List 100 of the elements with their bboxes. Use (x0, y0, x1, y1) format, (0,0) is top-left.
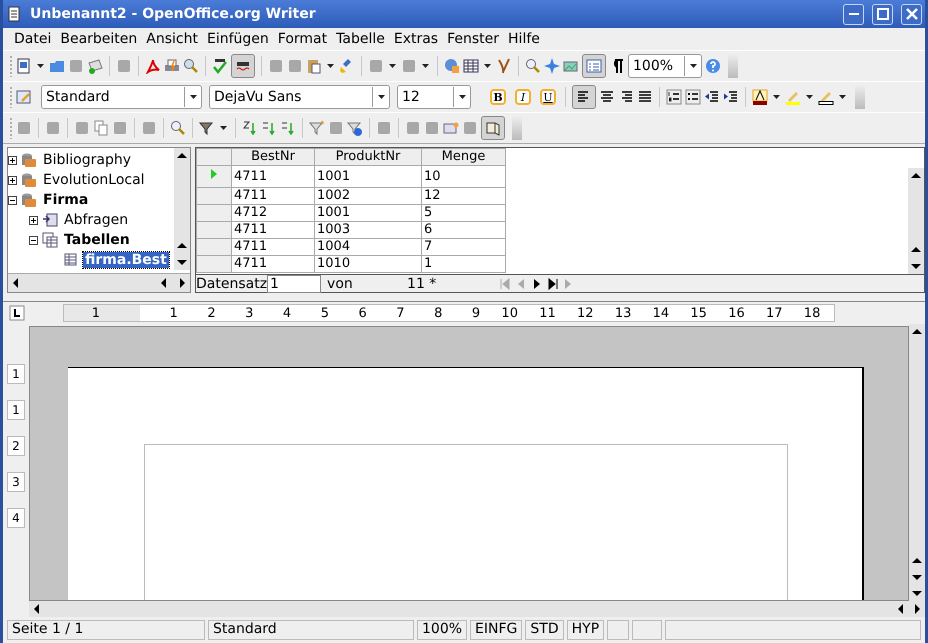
status-field: STD (525, 620, 564, 640)
zoom-combo[interactable]: 100% (628, 54, 702, 78)
tree-item[interactable]: EvolutionLocal (41, 172, 147, 188)
database-icon (21, 192, 37, 208)
dropdown-caret-icon[interactable] (484, 64, 491, 68)
menu-item[interactable]: Einfügen (204, 31, 275, 47)
table-grid-icon[interactable] (463, 58, 479, 74)
ruler-number: 10 (500, 306, 518, 320)
record-of-label: von (326, 276, 354, 292)
tree-item[interactable]: Firma (41, 192, 90, 208)
styles-icon[interactable] (16, 89, 32, 105)
column-header[interactable]: Menge (422, 148, 506, 166)
window-title: Unbenannt2 - OpenOffice.org Writer (30, 6, 317, 22)
document-icon (6, 6, 22, 22)
find-icon[interactable] (525, 58, 541, 74)
sort-descending-icon[interactable] (280, 120, 296, 136)
font-size-combo[interactable]: 12 (397, 85, 471, 109)
table-cell: 1002 (314, 188, 422, 204)
tab-stop-icon[interactable] (9, 305, 25, 321)
bold-button[interactable]: B (490, 89, 506, 105)
ruler-number: 9 (470, 306, 480, 320)
explorer-toggle-button[interactable] (481, 116, 505, 140)
database-icon (21, 172, 37, 188)
expand-icon[interactable] (8, 156, 17, 164)
decrease-indent-icon[interactable] (704, 89, 720, 105)
sort-ascending-icon[interactable] (242, 120, 258, 136)
horizontal-ruler[interactable]: 1 1 2 3 4 5 6 7 8 9 10 11 12 13 14 15 16 17 18 (63, 304, 835, 322)
find-record-icon[interactable] (170, 120, 186, 136)
align-left-button[interactable] (572, 85, 596, 109)
background-color-icon[interactable] (818, 89, 834, 105)
navigator-star-icon[interactable] (544, 58, 560, 74)
pdf-icon[interactable] (145, 58, 161, 74)
column-header[interactable]: BestNr (232, 148, 314, 166)
menu-item[interactable]: Hilfe (505, 31, 546, 47)
font-name-combo[interactable]: DejaVu Sans (209, 85, 390, 109)
dropdown-caret-icon[interactable] (422, 64, 429, 68)
increase-indent-icon[interactable] (723, 89, 739, 105)
menu-item[interactable]: Bearbeiten (57, 31, 144, 47)
spellcheck-icon[interactable] (212, 58, 228, 74)
bullet-list-icon[interactable] (685, 89, 701, 105)
underline-button[interactable]: U (540, 89, 556, 105)
sort-ascending-icon[interactable] (261, 120, 277, 136)
dropdown-caret-icon[interactable] (220, 126, 227, 130)
numbered-list-icon[interactable] (666, 89, 682, 105)
dropdown-caret-icon[interactable] (389, 64, 396, 68)
table-icon (63, 252, 79, 268)
new-document-icon[interactable] (16, 58, 32, 74)
filter-info-icon[interactable] (347, 120, 363, 136)
status-field (632, 620, 662, 640)
ruler-number: 3 (244, 306, 254, 320)
ruler-number: 4 (7, 508, 25, 528)
data-sources-button[interactable] (582, 54, 606, 78)
magnifier-icon[interactable] (183, 58, 199, 74)
tree-item[interactable]: Bibliography (41, 152, 133, 168)
tree-item[interactable]: Tabellen (62, 232, 132, 248)
dropdown-caret-icon[interactable] (806, 95, 813, 99)
table-cell: 4711 (232, 256, 314, 272)
printer-icon[interactable] (164, 58, 180, 74)
dropdown-caret-icon[interactable] (690, 64, 696, 68)
dropdown-caret-icon[interactable] (37, 64, 44, 68)
clipboard-icon[interactable] (306, 58, 322, 74)
maximize-button[interactable] (872, 4, 893, 24)
dropdown-caret-icon[interactable] (378, 95, 384, 99)
ruler-number: 8 (433, 306, 442, 320)
menu-item[interactable]: Format (274, 31, 334, 47)
menu-item[interactable]: Datei (11, 31, 58, 47)
ruler-number: 12 (576, 306, 594, 320)
justify-icon[interactable] (637, 89, 653, 105)
dropdown-caret-icon[interactable] (327, 64, 334, 68)
autofilter-icon[interactable] (199, 120, 215, 136)
collapse-icon[interactable] (29, 236, 38, 244)
minimize-button[interactable] (843, 4, 864, 24)
dropdown-caret-icon[interactable] (190, 95, 196, 99)
menu-item[interactable]: Fenster (444, 31, 506, 47)
expand-icon[interactable] (8, 176, 17, 184)
expand-icon[interactable] (29, 216, 38, 224)
list-window-icon (586, 58, 602, 74)
tree-item[interactable]: Abfragen (62, 212, 130, 228)
database-icon (21, 152, 37, 168)
dropdown-caret-icon[interactable] (458, 95, 466, 99)
mail-merge-icon[interactable] (443, 120, 459, 136)
column-header[interactable]: ProduktNr (314, 148, 422, 166)
align-center-icon[interactable] (599, 89, 615, 105)
collapse-icon[interactable] (8, 196, 17, 204)
folder-icon[interactable] (49, 58, 65, 74)
book-icon (485, 120, 501, 136)
menu-item[interactable]: Ansicht (143, 31, 204, 47)
record-field[interactable]: 1 (267, 274, 322, 292)
paragraph-style-combo[interactable]: Standard (41, 85, 202, 109)
menu-item[interactable]: Tabelle (333, 31, 391, 47)
dropdown-caret-icon[interactable] (773, 95, 780, 99)
dropdown-caret-icon[interactable] (839, 95, 846, 99)
close-button[interactable] (901, 4, 922, 24)
menu-item[interactable]: Extras (390, 31, 444, 47)
auto-spellcheck-button[interactable] (231, 54, 255, 78)
tree-item[interactable]: firma.Best (83, 252, 169, 268)
help-icon[interactable] (705, 58, 721, 74)
table-cell: 6 (422, 222, 506, 238)
font-color-icon[interactable] (752, 89, 768, 105)
italic-button[interactable]: I (515, 89, 531, 105)
